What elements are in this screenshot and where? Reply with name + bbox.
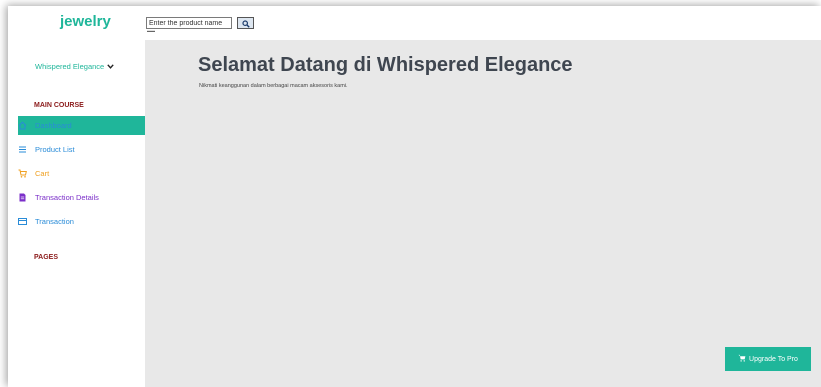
cart-icon bbox=[738, 354, 746, 364]
page-title: Selamat Datang di Whispered Elegance bbox=[198, 54, 573, 76]
brand-logo[interactable]: jewelry bbox=[60, 13, 111, 30]
user-name: Whispered Elegance bbox=[35, 62, 105, 71]
chevron-down-icon bbox=[107, 62, 114, 71]
search-input[interactable] bbox=[146, 17, 232, 29]
search-icon bbox=[241, 16, 250, 31]
upgrade-label: Upgrade To Pro bbox=[749, 355, 798, 363]
search-button[interactable] bbox=[237, 17, 254, 29]
sidebar-item-label: Dashboard bbox=[35, 121, 72, 130]
section-title-pages: PAGES bbox=[34, 254, 58, 261]
sidebar-item-cart[interactable]: Cart bbox=[18, 164, 145, 183]
upgrade-to-pro-button[interactable]: Upgrade To Pro bbox=[725, 347, 811, 371]
user-dropdown[interactable]: Whispered Elegance bbox=[35, 62, 114, 71]
card-icon bbox=[18, 217, 27, 226]
app-window: jewelry Whispered Elegance bbox=[8, 6, 821, 387]
sidebar-item-label: Transaction Details bbox=[35, 193, 99, 202]
list-icon bbox=[18, 145, 27, 154]
sidebar-item-transaction-details[interactable]: Transaction Details bbox=[18, 188, 145, 207]
top-navbar: jewelry bbox=[8, 6, 821, 40]
sidebar-item-label: Cart bbox=[35, 169, 50, 178]
main-content: Selamat Datang di Whispered Elegance Nik… bbox=[145, 40, 821, 387]
document-icon bbox=[18, 193, 27, 202]
sidebar-item-transaction[interactable]: Transaction bbox=[18, 212, 145, 231]
cart-icon bbox=[18, 169, 27, 178]
sidebar: Whispered Elegance MAIN COURSE Dashboard bbox=[8, 40, 145, 387]
sidebar-item-product-list[interactable]: Product List bbox=[18, 140, 145, 159]
home-icon bbox=[18, 121, 27, 130]
sidebar-item-label: Product List bbox=[35, 145, 75, 154]
sidebar-item-label: Transaction bbox=[35, 217, 74, 226]
sidebar-item-dashboard[interactable]: Dashboard bbox=[18, 116, 145, 135]
section-title-main-course: MAIN COURSE bbox=[34, 102, 84, 109]
page-subtitle: Nikmati keanggunan dalam berbagai macam … bbox=[199, 83, 348, 89]
